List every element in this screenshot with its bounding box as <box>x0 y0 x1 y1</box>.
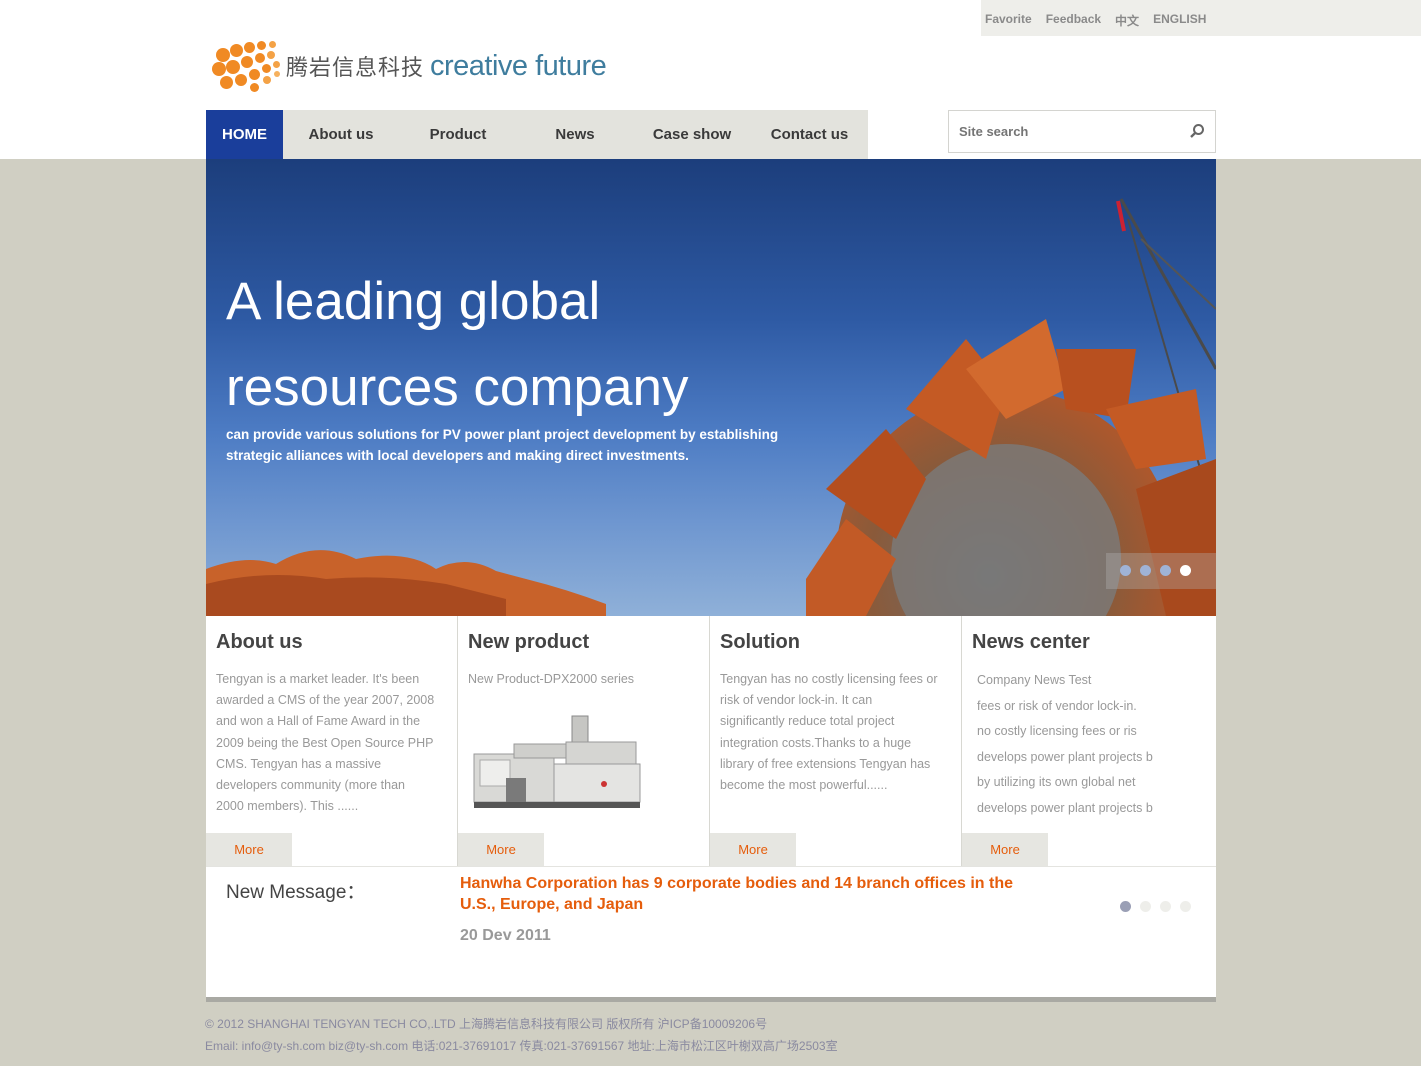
hero-subtext: can provide various solutions for PV pow… <box>226 427 779 463</box>
chinese-language-link[interactable]: 中文 <box>1115 12 1139 29</box>
new-product-text[interactable]: New Product-DPX2000 series <box>468 669 688 690</box>
news-list: Company News Test fees or risk of vendor… <box>977 673 1153 827</box>
english-language-link[interactable]: ENGLISH <box>1153 12 1206 29</box>
injection-machine-image[interactable] <box>470 714 650 814</box>
news-center-title: News center <box>972 631 1090 653</box>
top-links: Favorite Feedback 中文 ENGLISH <box>985 12 1206 29</box>
hero-banner: A leading global resources company can p… <box>206 159 1216 616</box>
logo-tagline: creative future <box>430 49 607 82</box>
message-dot-1-active[interactable] <box>1120 901 1131 912</box>
message-pager-dots <box>1120 899 1200 917</box>
message-dot-2[interactable] <box>1140 901 1151 912</box>
hero-headline: A leading global resources company <box>226 272 689 417</box>
message-dot-3[interactable] <box>1160 901 1171 912</box>
site-logo[interactable]: 腾岩信息科技 creative future <box>212 38 607 94</box>
main-nav: HOME About us Product News Case show Con… <box>206 110 868 159</box>
news-list-item[interactable]: develops power plant projects b <box>977 801 1153 827</box>
about-us-title: About us <box>216 631 303 653</box>
new-product-more-button[interactable]: More <box>458 833 544 866</box>
search-icon[interactable] <box>1189 123 1205 139</box>
news-center-column: News center Company News Test fees or ri… <box>962 616 1216 866</box>
new-message-panel: New Message： Hanwha Corporation has 9 co… <box>206 866 1216 998</box>
solution-title: Solution <box>720 631 800 653</box>
news-list-item[interactable]: by utilizing its own global net <box>977 775 1153 801</box>
new-message-date: 20 Dev 2011 <box>460 927 551 944</box>
footer-divider <box>206 997 1216 1002</box>
new-message-headline[interactable]: Hanwha Corporation has 9 corporate bodie… <box>460 873 1038 915</box>
solution-column: Solution Tengyan has no costly licensing… <box>710 616 962 866</box>
about-us-more-button[interactable]: More <box>206 833 292 866</box>
about-us-text: Tengyan is a market leader. It's been aw… <box>216 672 435 814</box>
site-search-box <box>948 110 1216 153</box>
news-list-item[interactable]: fees or risk of vendor lock-in. <box>977 699 1153 725</box>
slide-dot-3[interactable] <box>1160 565 1171 576</box>
news-list-item[interactable]: Company News Test <box>977 673 1153 699</box>
slide-dot-1[interactable] <box>1120 565 1131 576</box>
about-us-column: About us Tengyan is a market leader. It'… <box>206 616 458 866</box>
search-input[interactable] <box>949 111 1169 152</box>
favorite-link[interactable]: Favorite <box>985 12 1032 29</box>
nav-item-about-us[interactable]: About us <box>283 110 399 159</box>
slide-dot-2[interactable] <box>1140 565 1151 576</box>
nav-item-home[interactable]: HOME <box>206 110 283 159</box>
new-product-title: New product <box>468 631 590 653</box>
news-list-item[interactable]: no costly licensing fees or ris <box>977 724 1153 750</box>
nav-item-product[interactable]: Product <box>399 110 517 159</box>
footer-contact: Email: info@ty-sh.com biz@ty-sh.com 电话:0… <box>205 1038 838 1053</box>
solution-more-button[interactable]: More <box>710 833 796 866</box>
site-footer: © 2012 SHANGHAI TENGYAN TECH CO,.LTD 上海腾… <box>205 1014 838 1057</box>
logo-company-name: 腾岩信息科技 <box>286 55 425 80</box>
message-dot-4[interactable] <box>1180 901 1191 912</box>
nav-item-contact-us[interactable]: Contact us <box>751 110 868 159</box>
slide-dot-4-active[interactable] <box>1180 565 1191 576</box>
new-message-label: New Message： <box>226 882 366 903</box>
feature-columns: About us Tengyan is a market leader. It'… <box>206 616 1216 866</box>
nav-item-case-show[interactable]: Case show <box>633 110 751 159</box>
new-product-column: New product New Product-DPX2000 series M… <box>458 616 710 866</box>
hero-slider-dots <box>1106 553 1216 589</box>
footer-copyright: © 2012 SHANGHAI TENGYAN TECH CO,.LTD 上海腾… <box>205 1017 768 1031</box>
feedback-link[interactable]: Feedback <box>1046 12 1101 29</box>
news-center-more-button[interactable]: More <box>962 833 1048 866</box>
nav-item-news[interactable]: News <box>517 110 633 159</box>
news-list-item[interactable]: develops power plant projects b <box>977 750 1153 776</box>
solution-text: Tengyan has no costly licensing fees or … <box>720 672 938 793</box>
logo-dots-icon <box>212 38 284 94</box>
